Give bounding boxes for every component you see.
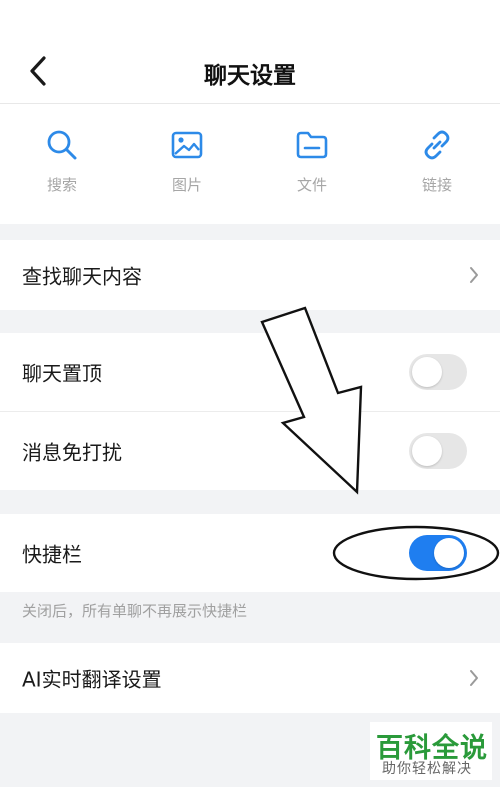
shortcut-section: 快捷栏: [0, 514, 500, 592]
pin-chat-toggle[interactable]: [409, 354, 467, 390]
watermark-subtitle: 助你轻松解决: [382, 761, 472, 777]
shortcut-bar-hint: 关闭后，所有单聊不再展示快捷栏: [22, 602, 248, 620]
toggle-section: 聊天置顶 消息免打扰: [0, 333, 500, 490]
pin-chat-row: 聊天置顶: [0, 333, 500, 411]
pin-chat-label: 聊天置顶: [22, 361, 102, 386]
page-title: 聊天设置: [204, 63, 296, 89]
quick-actions-bar: 搜索 图片 文件 链接: [0, 104, 500, 224]
quick-action-image[interactable]: 图片: [147, 128, 227, 195]
toggle-knob: [412, 357, 442, 387]
ai-translate-label: AI实时翻译设置: [22, 667, 162, 692]
watermark: 百科全说 助你轻松解决: [370, 722, 492, 780]
find-chat-row[interactable]: 查找聊天内容: [0, 240, 500, 310]
ai-translate-row[interactable]: AI实时翻译设置: [0, 643, 500, 713]
quick-action-link[interactable]: 链接: [397, 128, 477, 195]
shortcut-bar-label: 快捷栏: [22, 542, 82, 567]
mute-label: 消息免打扰: [22, 440, 122, 465]
folder-icon: [296, 131, 328, 159]
find-chat-label: 查找聊天内容: [22, 264, 142, 289]
image-icon: [171, 131, 203, 159]
chevron-right-icon: [470, 670, 478, 686]
translate-section: AI实时翻译设置: [0, 643, 500, 713]
mute-toggle[interactable]: [409, 433, 467, 469]
toggle-knob: [412, 436, 442, 466]
quick-action-label: 图片: [171, 176, 202, 194]
link-icon: [424, 130, 450, 160]
header-bar: 聊天设置: [0, 0, 500, 104]
toggle-knob: [434, 538, 464, 568]
shortcut-bar-row: 快捷栏: [0, 514, 500, 592]
mute-row: 消息免打扰: [0, 412, 500, 490]
quick-action-label: 文件: [296, 176, 327, 194]
search-icon: [47, 130, 77, 160]
shortcut-bar-toggle[interactable]: [409, 535, 467, 571]
quick-action-file[interactable]: 文件: [272, 128, 352, 195]
quick-action-search[interactable]: 搜索: [22, 128, 102, 195]
quick-action-label: 链接: [421, 176, 452, 194]
find-section: 查找聊天内容: [0, 240, 500, 310]
chat-settings-page: 聊天设置 搜索 图片 文件 链接 查找聊天内容 聊天置顶 消息免打扰 快捷栏 关…: [0, 0, 500, 787]
chevron-right-icon: [470, 267, 478, 283]
quick-action-label: 搜索: [46, 176, 77, 194]
